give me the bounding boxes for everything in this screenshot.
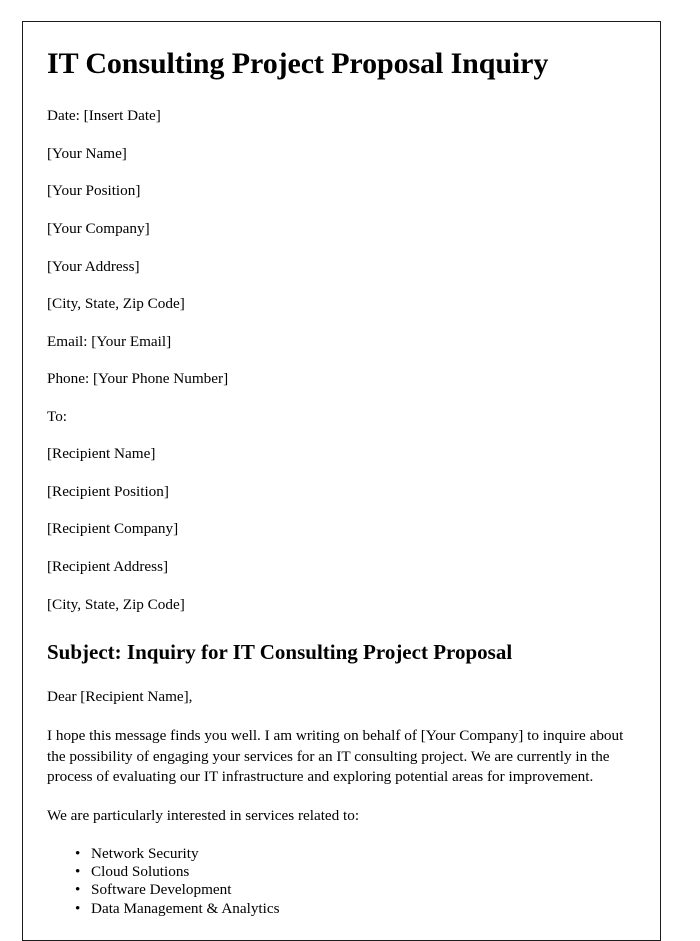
document-viewport: IT Consulting Project Proposal Inquiry D… <box>0 0 700 941</box>
header-line-recipient-city-state-zip: [City, State, Zip Code] <box>47 595 185 613</box>
document-page: IT Consulting Project Proposal Inquiry D… <box>22 21 661 941</box>
header-line-your-name: [Your Name] <box>47 144 127 162</box>
header-line-your-city-state-zip: [City, State, Zip Code] <box>47 295 185 313</box>
header-line-recipient-company: [Recipient Company] <box>47 520 179 538</box>
opening-paragraph: I hope this message finds you well. I am… <box>47 727 624 785</box>
bullet-icon: • <box>75 881 81 899</box>
header-line-date: Date: [Insert Date] <box>47 107 161 125</box>
closing-paragraph: We would appreciate it if you could prov… <box>47 937 640 940</box>
header-line-phone: Phone: [Your Phone Number] <box>47 370 229 388</box>
list-item: • Data Management & Analytics <box>47 900 640 918</box>
list-item: • Cloud Solutions <box>47 863 640 881</box>
header-line-your-position: [Your Position] <box>47 182 141 200</box>
list-item-label: Data Management & Analytics <box>91 899 280 917</box>
document-content: IT Consulting Project Proposal Inquiry D… <box>23 22 660 940</box>
page-title: IT Consulting Project Proposal Inquiry <box>47 47 549 80</box>
header-line-recipient-name: [Recipient Name] <box>47 445 156 463</box>
salutation: Dear [Recipient Name], <box>47 688 193 706</box>
list-item-label: Software Development <box>91 881 232 899</box>
subject-heading: Subject: Inquiry for IT Consulting Proje… <box>47 640 513 665</box>
list-item: • Software Development <box>47 881 640 899</box>
header-line-recipient-position: [Recipient Position] <box>47 482 169 500</box>
list-item-label: Network Security <box>91 845 199 863</box>
list-item-label: Cloud Solutions <box>91 863 190 881</box>
header-line-to-label: To: <box>47 407 68 425</box>
header-line-your-address: [Your Address] <box>47 257 140 275</box>
header-line-your-company: [Your Company] <box>47 220 150 238</box>
header-line-email: Email: [Your Email] <box>47 332 172 350</box>
bullet-icon: • <box>75 899 81 917</box>
letter-header-block: Date: [Insert Date] [Your Name] [Your Po… <box>47 107 640 614</box>
header-line-recipient-address: [Recipient Address] <box>47 557 169 575</box>
list-item: • Network Security <box>47 845 640 863</box>
bullet-icon: • <box>75 863 81 881</box>
services-intro: We are particularly interested in servic… <box>47 807 360 825</box>
bullet-icon: • <box>75 845 81 863</box>
services-list: • Network Security • Cloud Solutions • S… <box>47 845 640 917</box>
